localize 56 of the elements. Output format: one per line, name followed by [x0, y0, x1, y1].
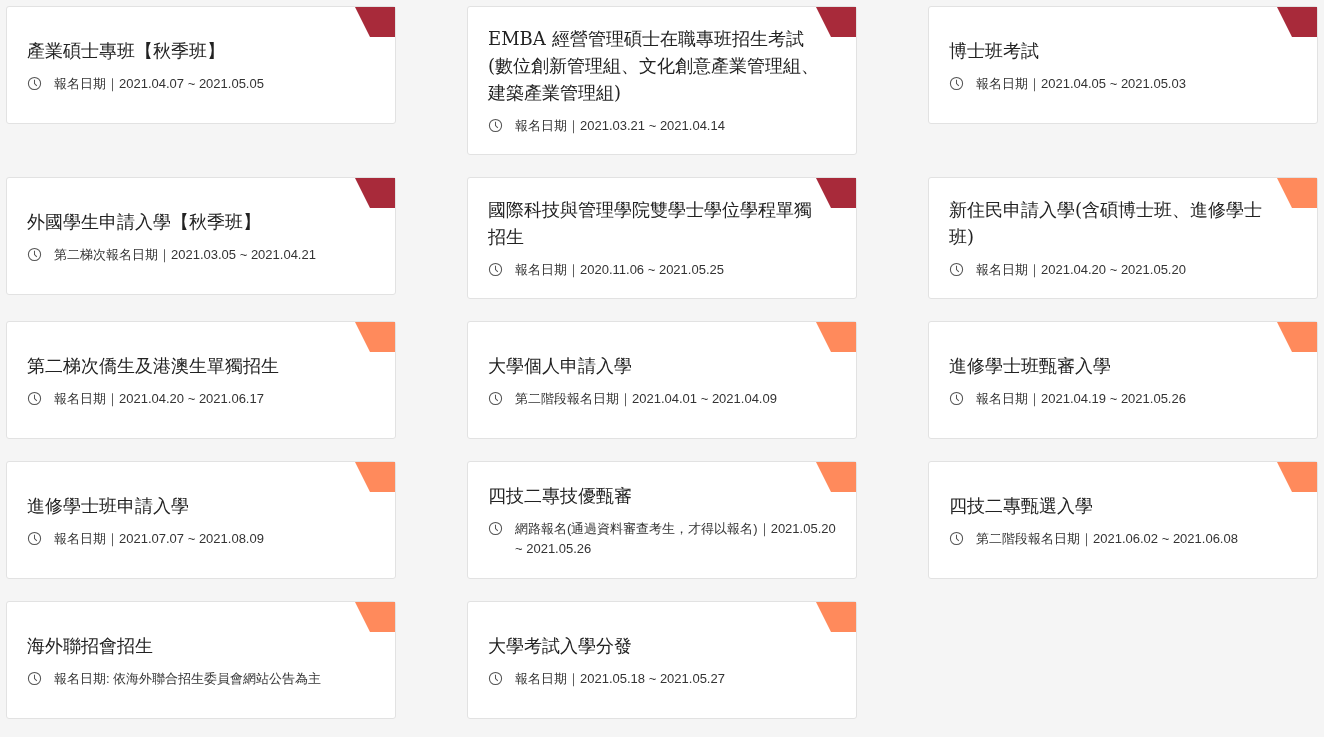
- card-title: 四技二專甄選入學: [949, 493, 1094, 518]
- date-text: 報名日期｜2021.04.20 ~ 2021.05.20: [976, 261, 1186, 280]
- date-text: 報名日期｜2021.04.05 ~ 2021.05.03: [976, 74, 1186, 94]
- card-background[interactable]: 國際科技與管理學院雙學士學位學程單獨招生 報名日期｜2020.11.06 ~ 2021.05.25: [467, 177, 857, 299]
- date-text: 報名日期｜2021.07.07 ~ 2021.08.09: [54, 529, 264, 549]
- clock-icon: [949, 75, 964, 91]
- card-background[interactable]: 外國學生申請入學【秋季班】 第二梯次報名日期｜2021.03.05 ~ 2021.04.21: [6, 177, 396, 295]
- clock-icon: [949, 390, 964, 406]
- card-title: 四技二專技優甄審: [488, 483, 633, 508]
- clock-icon: [27, 75, 42, 91]
- clock-icon: [488, 118, 503, 133]
- card-background[interactable]: 大學考試入學分發 報名日期｜2021.05.18 ~ 2021.05.27: [467, 601, 857, 719]
- card-title: 外國學生申請入學【秋季班】: [27, 209, 262, 234]
- card-background[interactable]: 博士班考試 報名日期｜2021.04.05 ~ 2021.05.03: [928, 6, 1318, 124]
- date-text: 報名日期｜2021.05.18 ~ 2021.05.27: [515, 669, 725, 689]
- card-background[interactable]: 新住民申請入學(含碩博士班、進修學士班) 報名日期｜2021.04.20 ~ 2021.05.20: [928, 177, 1318, 299]
- clock-icon: [488, 262, 503, 277]
- date-text: 第二階段報名日期｜2021.06.02 ~ 2021.06.08: [976, 529, 1238, 549]
- date-text: 報名日期｜2020.11.06 ~ 2021.05.25: [515, 261, 724, 280]
- card-title: 博士班考試: [949, 38, 1040, 63]
- date-text: 報名日期｜2021.03.21 ~ 2021.04.14: [515, 117, 725, 136]
- date-text: 報名日期｜2021.04.19 ~ 2021.05.26: [976, 389, 1186, 409]
- clock-icon: [488, 390, 503, 406]
- clock-icon: [27, 390, 42, 406]
- card-title: 國際科技與管理學院雙學士學位學程單獨招生: [488, 198, 813, 249]
- clock-icon: [27, 530, 42, 546]
- clock-icon: [949, 262, 964, 277]
- card-background[interactable]: 進修學士班甄審入學 報名日期｜2021.04.19 ~ 2021.05.26: [928, 321, 1318, 439]
- card-background[interactable]: EMBA 經營管理碩士在職專班招生考試(數位創新管理組、文化創意產業管理組、建築產業管理組) 報名日期｜2021.03.21 ~ 2021.04.14: [467, 6, 857, 155]
- date-text: 第二梯次報名日期｜2021.03.05 ~ 2021.04.21: [54, 245, 316, 265]
- clock-icon: [949, 530, 964, 546]
- card-title: 進修學士班申請入學: [27, 493, 190, 518]
- card-title: 第二梯次僑生及港澳生單獨招生: [27, 353, 280, 378]
- card-background[interactable]: 海外聯招會招生 報名日期: 依海外聯合招生委員會網站公告為主: [6, 601, 396, 719]
- card-background[interactable]: 進修學士班申請入學 報名日期｜2021.07.07 ~ 2021.08.09: [6, 461, 396, 579]
- card-title: EMBA 經營管理碩士在職專班招生考試(數位創新管理組、文化創意產業管理組、建築產業管理組): [488, 27, 821, 105]
- card-background[interactable]: 產業碩士專班【秋季班】 報名日期｜2021.04.07 ~ 2021.05.05: [6, 6, 396, 124]
- clock-icon: [488, 520, 503, 536]
- card-background[interactable]: 四技二專甄選入學 第二階段報名日期｜2021.06.02 ~ 2021.06.08: [928, 461, 1318, 579]
- date-text: 第二階段報名日期｜2021.04.01 ~ 2021.04.09: [515, 389, 777, 409]
- card-background[interactable]: 第二梯次僑生及港澳生單獨招生 報名日期｜2021.04.20 ~ 2021.06.17: [6, 321, 396, 439]
- card-title: 大學考試入學分發: [488, 633, 633, 658]
- card-title: 新住民申請入學(含碩博士班、進修學士班): [949, 198, 1264, 249]
- date-text: 報名日期: 依海外聯合招生委員會網站公告為主: [54, 669, 322, 688]
- date-text: 報名日期｜2021.04.07 ~ 2021.05.05: [54, 74, 264, 94]
- card-title: 大學個人申請入學: [488, 353, 633, 378]
- clock-icon: [488, 670, 503, 686]
- date-text: 網路報名(通過資料審查考生，才得以報名)｜2021.05.20 ~ 2021.05.26: [515, 519, 836, 558]
- card-title: 進修學士班甄審入學: [949, 353, 1112, 378]
- card-background[interactable]: 四技二專技優甄審 網路報名(通過資料審查考生，才得以報名)｜2021.05.20 ~ 2021.05.26: [467, 461, 857, 579]
- card-title: 產業碩士專班【秋季班】: [27, 38, 226, 63]
- clock-icon: [27, 670, 42, 686]
- clock-icon: [27, 246, 42, 262]
- date-text: 報名日期｜2021.04.20 ~ 2021.06.17: [54, 389, 264, 409]
- card-background[interactable]: 大學個人申請入學 第二階段報名日期｜2021.04.01 ~ 2021.04.09: [467, 321, 857, 439]
- card-title: 海外聯招會招生: [27, 633, 154, 658]
